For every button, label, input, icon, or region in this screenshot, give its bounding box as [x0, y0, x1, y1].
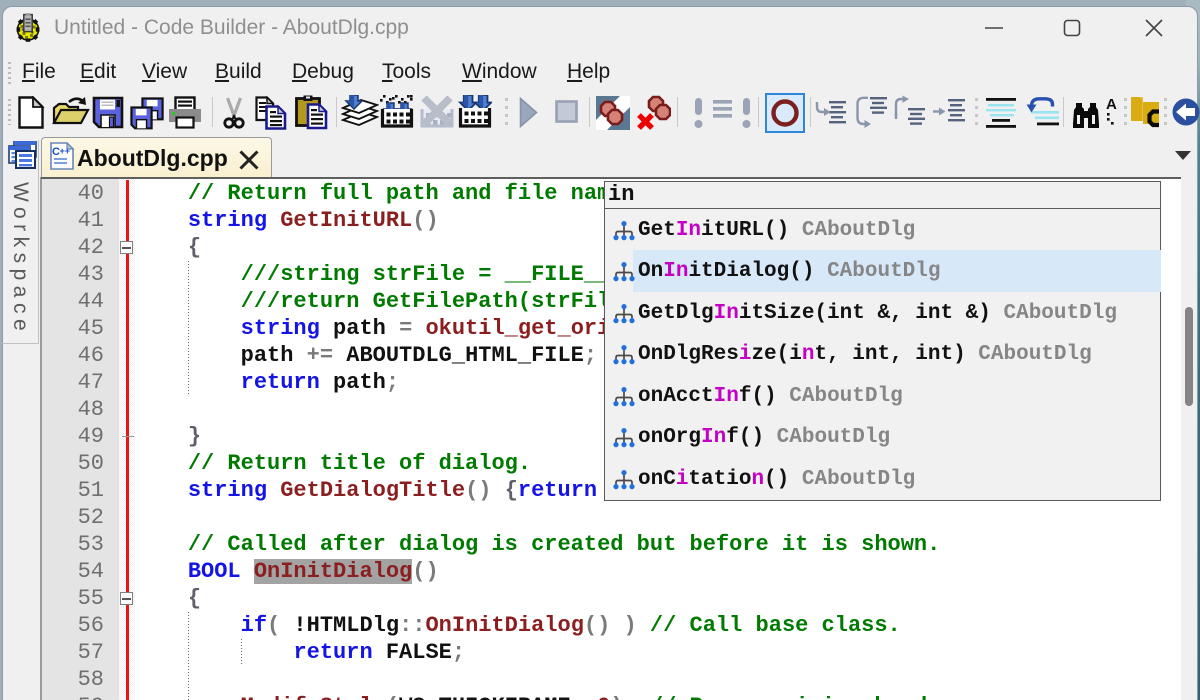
svg-text:++: ++: [60, 146, 71, 156]
svg-text:A: A: [1106, 96, 1117, 113]
